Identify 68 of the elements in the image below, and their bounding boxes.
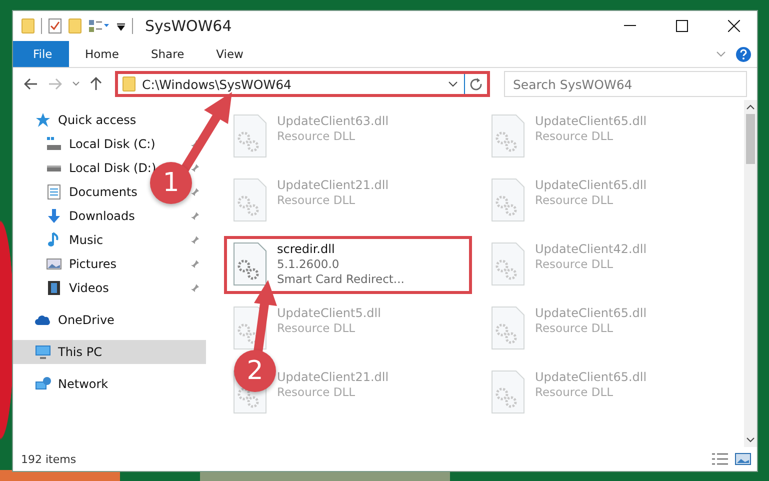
file-detail: Resource DLL xyxy=(277,193,356,208)
close-icon xyxy=(728,20,740,32)
document-icon xyxy=(46,184,62,200)
file-detail: Resource DLL xyxy=(535,385,614,400)
new-folder-icon xyxy=(68,18,82,34)
sidebar-item[interactable]: This PC xyxy=(58,345,102,359)
network-icon xyxy=(35,376,51,392)
ribbon-tab[interactable]: View xyxy=(200,41,260,67)
view-dropdown-icon[interactable] xyxy=(88,19,110,33)
file-detail: Resource DLL xyxy=(535,129,614,144)
file-gear-icon xyxy=(491,178,525,222)
file-detail: Resource DLL xyxy=(535,257,614,272)
monitor-icon xyxy=(35,344,51,360)
scroll-down-icon[interactable] xyxy=(746,437,755,443)
scroll-up-icon[interactable] xyxy=(746,104,755,110)
folder-icon xyxy=(21,18,35,34)
minimize-icon xyxy=(624,25,636,27)
search-field[interactable]: Search SysWOW64 xyxy=(504,71,747,97)
film-icon xyxy=(46,280,62,296)
file-gear-icon xyxy=(491,114,525,158)
file-gear-icon xyxy=(491,306,525,350)
file-detail: Resource DLL xyxy=(277,385,356,400)
customize-caret-icon[interactable] xyxy=(116,21,126,31)
sidebar-item[interactable]: Quick access xyxy=(58,113,136,127)
dropdown-caret-icon[interactable] xyxy=(448,81,458,87)
star-icon xyxy=(35,112,51,128)
file-detail: Resource DLL xyxy=(277,321,356,336)
sidebar-item[interactable]: Local Disk (C:) xyxy=(69,137,156,151)
file-menu-button[interactable]: File xyxy=(13,41,69,67)
item-count: 192 items xyxy=(21,452,78,466)
sidebar-item[interactable]: Network xyxy=(58,377,108,391)
back-arrow-icon xyxy=(24,78,38,90)
window-title: SysWOW64 xyxy=(145,17,233,35)
maximize-icon xyxy=(676,20,688,32)
ribbon-tab[interactable]: Share xyxy=(134,41,200,67)
file-detail: 5.1.2600.0 xyxy=(277,257,340,272)
picture-icon xyxy=(46,256,62,272)
sidebar-item[interactable]: Pictures xyxy=(69,257,117,271)
file-gear-icon xyxy=(233,242,267,286)
download-icon xyxy=(46,208,62,224)
help-icon[interactable] xyxy=(736,46,751,62)
sidebar-item[interactable]: Music xyxy=(69,233,104,247)
forward-arrow-icon xyxy=(48,78,62,90)
drive-icon xyxy=(46,137,62,151)
file-gear-icon xyxy=(491,370,525,414)
properties-icon[interactable] xyxy=(48,18,62,34)
file-detail: Resource DLL xyxy=(277,129,356,144)
sidebar-item[interactable]: OneDrive xyxy=(58,313,114,327)
file-detail: Resource DLL xyxy=(535,321,614,336)
chevron-down-icon xyxy=(72,81,80,87)
file-detail: Resource DLL xyxy=(535,193,614,208)
folder-icon xyxy=(122,76,136,92)
sidebar-item[interactable]: Videos xyxy=(69,281,109,295)
large-icons-view-icon[interactable] xyxy=(735,452,751,466)
file-gear-icon xyxy=(233,114,267,158)
file-detail: Smart Card Redirect... xyxy=(277,272,404,287)
details-view-icon[interactable] xyxy=(711,452,729,466)
file-gear-icon xyxy=(491,242,525,286)
drive-icon xyxy=(46,164,62,172)
scrollbar-thumb[interactable] xyxy=(746,114,755,164)
chevron-down-icon[interactable] xyxy=(716,51,726,57)
up-arrow-icon xyxy=(90,77,102,91)
address-bar[interactable]: C:\Windows\SysWOW64 xyxy=(115,71,490,97)
sidebar-item[interactable]: Documents xyxy=(69,185,138,199)
file-gear-icon xyxy=(233,178,267,222)
ribbon-tab[interactable]: Home xyxy=(69,41,135,67)
file-name[interactable]: scredir.dll xyxy=(277,242,404,257)
sidebar-item[interactable]: Downloads xyxy=(69,209,135,223)
